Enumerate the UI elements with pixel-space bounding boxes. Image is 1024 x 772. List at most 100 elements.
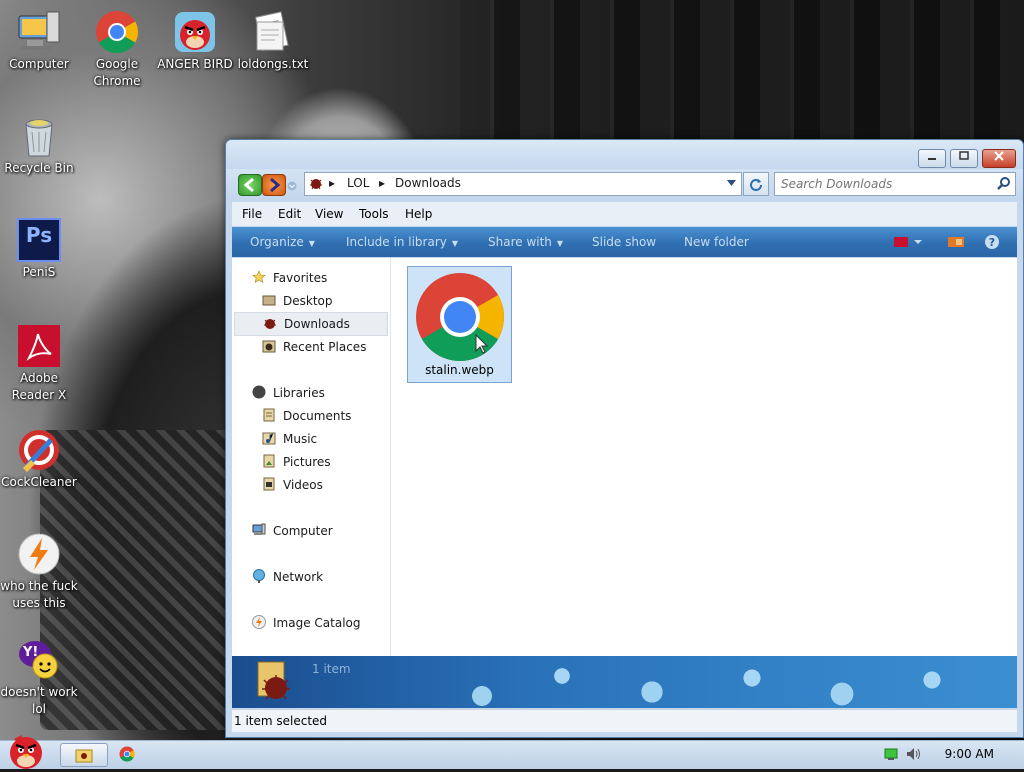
preview-pane-button[interactable]: [948, 236, 964, 251]
nav-computer[interactable]: Computer: [232, 520, 390, 542]
recent-pages-button[interactable]: [287, 180, 297, 191]
close-button[interactable]: [982, 149, 1016, 168]
nav-downloads[interactable]: Downloads: [234, 312, 388, 336]
desktop-icon-label: Computer: [9, 57, 69, 71]
breadcrumb-separator[interactable]: ▸: [379, 176, 385, 190]
address-dropdown-icon[interactable]: [727, 180, 736, 187]
volume-tray-icon[interactable]: [906, 747, 924, 764]
documents-icon: [263, 408, 275, 422]
nav-documents[interactable]: Documents: [232, 405, 390, 427]
desktop-icon-label: PeniS: [22, 265, 56, 279]
forward-button[interactable]: [262, 174, 286, 196]
back-button[interactable]: [238, 174, 262, 196]
nav-videos[interactable]: Videos: [232, 474, 390, 496]
adobe-reader-icon: [17, 324, 61, 368]
search-box[interactable]: [774, 172, 1016, 196]
preview-pane-icon: [948, 237, 964, 247]
menu-file[interactable]: File: [242, 207, 262, 221]
taskbar-explorer-button[interactable]: [60, 743, 108, 767]
desktop-icon-label: ANGER BIRD: [157, 57, 233, 71]
nav-pictures[interactable]: Pictures: [232, 451, 390, 473]
maximize-button[interactable]: [950, 149, 978, 168]
music-icon: [262, 432, 276, 445]
share-with-button[interactable]: Share with ▼: [488, 235, 563, 249]
search-input[interactable]: [779, 175, 995, 193]
back-arrow-icon: [243, 177, 254, 193]
forward-arrow-icon: [270, 177, 281, 193]
desktop-icon-google-chrome[interactable]: Google Chrome: [78, 10, 156, 90]
help-button[interactable]: ?: [984, 234, 1000, 253]
menu-tools[interactable]: Tools: [359, 207, 389, 221]
image-catalog-icon: [252, 615, 266, 629]
desktop-icon-recycle-bin[interactable]: Recycle Bin: [0, 114, 78, 177]
search-icon[interactable]: [997, 176, 1011, 190]
speaker-icon: [907, 748, 920, 760]
angry-bird-icon: [10, 735, 42, 769]
nav-libraries[interactable]: Libraries: [232, 382, 390, 404]
chevron-down-icon: ▼: [451, 239, 459, 248]
desktop-icon-loldongs-txt[interactable]: loldongs.txt: [234, 10, 312, 73]
yahoo-messenger-icon: Y!: [17, 638, 61, 682]
computer-icon: [252, 523, 266, 535]
desktop-icon-label: loldongs.txt: [237, 57, 309, 71]
text-file-icon: [251, 10, 295, 54]
nav-desktop[interactable]: Desktop: [232, 290, 390, 312]
desktop-icon-adobe-reader-x[interactable]: Adobe Reader X: [0, 324, 78, 404]
command-bar: Organize ▼ Include in library ▼ Share with…: [232, 227, 1017, 257]
explorer-window: ▸ LOL ▸ Downloads File Edit View Tools H…: [225, 139, 1024, 738]
desktop-icon-cockcleaner[interactable]: CockCleaner: [0, 428, 78, 491]
minimize-icon: [928, 158, 936, 160]
desktop-icon-yahoo-messenger[interactable]: Y! doesn't work lol: [0, 638, 78, 718]
desktop-icon-computer[interactable]: Computer: [0, 10, 78, 73]
include-in-library-button[interactable]: Include in library ▼: [346, 235, 458, 249]
network-tray-icon[interactable]: [884, 747, 898, 764]
minimize-button[interactable]: [918, 149, 946, 168]
taskbar-chrome-button[interactable]: [108, 743, 154, 765]
help-icon: ?: [985, 235, 999, 249]
desktop-icon-winamp[interactable]: who the fuck uses this: [0, 532, 78, 612]
breadcrumb-separator[interactable]: ▸: [329, 176, 335, 190]
nav-music[interactable]: Music: [232, 428, 390, 450]
recycle-bin-icon: [17, 114, 61, 158]
network-status-icon: [884, 748, 898, 760]
menu-view[interactable]: View: [315, 207, 343, 221]
new-folder-button[interactable]: New folder: [684, 235, 749, 249]
nav-image-catalog[interactable]: Image Catalog: [232, 612, 390, 634]
desktop-icon-anger-bird[interactable]: ANGER BIRD: [156, 10, 234, 73]
slide-show-button[interactable]: Slide show: [592, 235, 656, 249]
chevron-down-icon: ▼: [308, 239, 315, 248]
nav-network[interactable]: Network: [232, 566, 390, 588]
folder-bug-icon: [257, 661, 290, 700]
desktop-icon-label: CockCleaner: [1, 475, 77, 489]
folder-icon: [75, 749, 93, 763]
clock[interactable]: 9:00 AM: [945, 747, 994, 761]
svg-text:?: ?: [989, 236, 995, 249]
desktop-icon-label: who the fuck uses this: [0, 579, 78, 610]
refresh-button[interactable]: [743, 172, 769, 196]
breadcrumb-lol[interactable]: LOL: [347, 176, 369, 190]
status-text: 1 item selected: [234, 714, 328, 728]
desktop-icon-penis[interactable]: Ps PeniS: [0, 218, 78, 281]
computer-icon: [17, 10, 61, 54]
breadcrumb-downloads[interactable]: Downloads: [395, 176, 461, 190]
view-options-icon: [894, 237, 922, 247]
libraries-icon: [252, 385, 266, 399]
chevron-down-icon: ▼: [556, 239, 564, 248]
window-titlebar[interactable]: [226, 140, 1023, 168]
menu-help[interactable]: Help: [405, 207, 432, 221]
desktop-folder-icon: [262, 295, 276, 306]
desktop-icon-label: Adobe Reader X: [11, 371, 67, 402]
pictures-icon: [263, 454, 275, 468]
photoshop-icon: Ps: [17, 218, 61, 262]
change-view-button[interactable]: [894, 236, 924, 251]
file-item-stalin-webp[interactable]: stalin.webp: [407, 266, 512, 383]
address-bar[interactable]: ▸ LOL ▸ Downloads: [304, 172, 742, 196]
start-button[interactable]: [0, 731, 52, 769]
navigation-pane: Favorites Desktop Downloads Recent Place…: [232, 258, 391, 656]
menu-edit[interactable]: Edit: [278, 207, 301, 221]
nav-recent-places[interactable]: Recent Places: [232, 336, 390, 358]
recent-places-icon: [262, 340, 276, 353]
organize-button[interactable]: Organize ▼: [250, 235, 315, 249]
winamp-icon: [17, 532, 61, 576]
nav-favorites[interactable]: Favorites: [232, 267, 390, 289]
